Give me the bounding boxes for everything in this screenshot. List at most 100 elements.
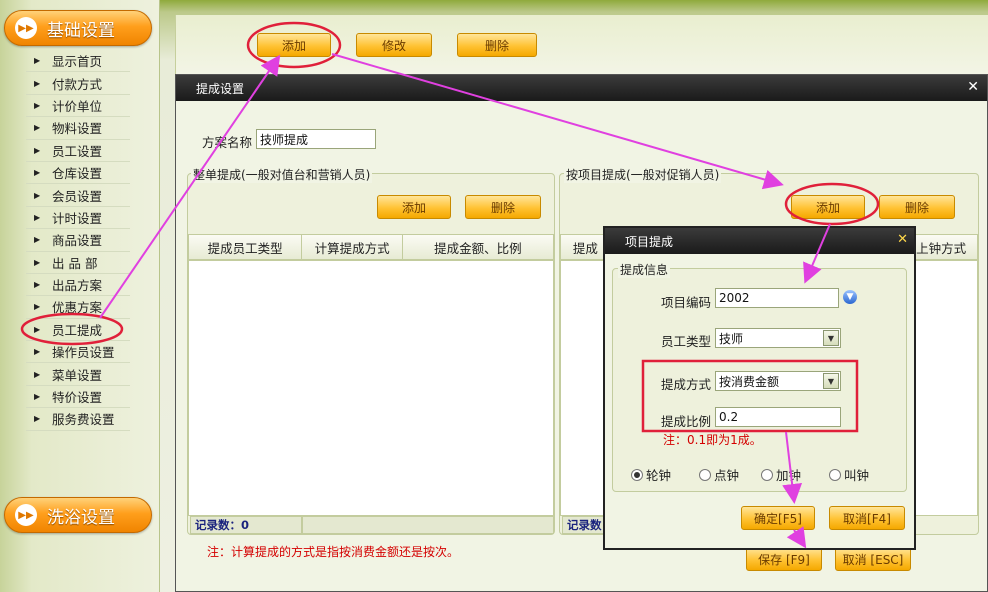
scheme-name-label: 方案名称 bbox=[202, 135, 253, 150]
bullet-arrow-icon: ▶ bbox=[34, 168, 41, 178]
radio-icon bbox=[761, 468, 773, 481]
sidebar-item[interactable]: ▶ 仓库设置 bbox=[26, 162, 130, 185]
edit-button[interactable]: 修改 bbox=[356, 33, 432, 57]
sidebar-item[interactable]: ▶ 优惠方案 bbox=[26, 296, 130, 319]
sidebar-item-label: 仓库设置 bbox=[52, 166, 103, 182]
expand-arrow-icon: ▶▶ bbox=[15, 504, 37, 526]
close-icon[interactable]: ✕ bbox=[967, 79, 979, 95]
commission-info-legend: 提成信息 bbox=[618, 261, 671, 278]
bullet-arrow-icon: ▶ bbox=[34, 302, 41, 312]
sidebar-item[interactable]: ▶ 出 品 部 bbox=[26, 252, 130, 274]
bullet-arrow-icon: ▶ bbox=[34, 369, 41, 379]
bullet-arrow-icon: ▶ bbox=[34, 212, 41, 222]
sidebar-item[interactable]: ▶ 计时设置 bbox=[26, 207, 130, 230]
bullet-arrow-icon: ▶ bbox=[34, 123, 41, 133]
radio-extra[interactable]: 加钟 bbox=[761, 465, 801, 484]
right-delete-button[interactable]: 删除 bbox=[879, 195, 955, 219]
sidebar-item-label: 员工提成 bbox=[52, 322, 103, 338]
item-commission-legend: 按项目提成(一般对促销人员) bbox=[564, 166, 722, 183]
commission-method-label: 提成方式 bbox=[661, 377, 712, 392]
bullet-arrow-icon: ▶ bbox=[34, 392, 41, 402]
cancel-button[interactable]: 取消 [ESC] bbox=[835, 547, 911, 571]
sidebar-item-label: 出 品 部 bbox=[52, 255, 98, 271]
radio-label: 点钟 bbox=[714, 468, 740, 483]
sub-cancel-button[interactable]: 取消[F4] bbox=[829, 506, 905, 530]
radio-rotation[interactable]: 轮钟 bbox=[631, 465, 671, 484]
staff-type-label: 员工类型 bbox=[661, 334, 712, 349]
item-code-label: 项目编码 bbox=[661, 295, 712, 310]
bullet-arrow-icon: ▶ bbox=[34, 56, 41, 66]
sidebar-nav: ▶ 显示首页 ▶ 付款方式 ▶ 计价单位 ▶ 物料设置 ▶ 员工设置 ▶ 仓库设置 ▶ 会员设置 ▶ 计时设置… bbox=[26, 50, 130, 431]
chevron-down-icon: ▼ bbox=[823, 330, 839, 346]
subdialog-title: 项目提成 bbox=[625, 234, 674, 249]
column-header[interactable]: 计算提成方式 bbox=[302, 235, 403, 259]
close-icon[interactable]: ✕ bbox=[897, 232, 908, 247]
sidebar-item-label: 服务费设置 bbox=[52, 412, 115, 428]
subdialog-titlebar: 项目提成 ✕ bbox=[605, 228, 914, 254]
commission-ratio-input[interactable]: 0.2 bbox=[715, 407, 841, 427]
lookup-down-icon[interactable]: ▼ bbox=[843, 290, 857, 304]
sidebar-item[interactable]: ▶ 计价单位 bbox=[26, 95, 130, 118]
radio-selected-icon bbox=[631, 468, 643, 481]
sidebar-item-label: 优惠方案 bbox=[52, 300, 103, 316]
dialog-title: 提成设置 bbox=[196, 81, 245, 96]
sidebar-item[interactable]: ▶ 物料设置 bbox=[26, 117, 130, 140]
commission-method-select[interactable]: 按消费金额 ▼ bbox=[715, 371, 841, 391]
sidebar-item[interactable]: ▶ 服务费设置 bbox=[26, 408, 130, 431]
sidebar-item[interactable]: ▶ 特价设置 bbox=[26, 386, 130, 409]
left-status-spacer bbox=[302, 516, 554, 534]
sidebar-item-label: 物料设置 bbox=[52, 121, 103, 137]
sidebar-item[interactable]: ▶ 菜单设置 bbox=[26, 363, 130, 386]
column-header[interactable]: 提成员工类型 bbox=[189, 235, 303, 259]
sidebar-item[interactable]: ▶ 会员设置 bbox=[26, 184, 130, 207]
whole-order-commission-legend: 整单提成(一般对值台和营销人员) bbox=[191, 166, 373, 183]
section-basic-settings-button[interactable]: ▶▶ 基础设置 bbox=[4, 10, 152, 46]
bullet-arrow-icon: ▶ bbox=[34, 100, 41, 110]
sidebar-item[interactable]: ▶ 员工提成 bbox=[26, 319, 130, 342]
left-add-button[interactable]: 添加 bbox=[377, 195, 451, 219]
section-bath-settings-button[interactable]: ▶▶ 洗浴设置 bbox=[4, 497, 152, 533]
sidebar-item-label: 会员设置 bbox=[52, 188, 103, 204]
left-delete-button[interactable]: 删除 bbox=[465, 195, 541, 219]
delete-button[interactable]: 删除 bbox=[457, 33, 537, 57]
ok-button[interactable]: 确定[F5] bbox=[741, 506, 815, 530]
radio-label: 加钟 bbox=[776, 468, 802, 483]
radio-label: 轮钟 bbox=[646, 468, 672, 483]
sidebar-item[interactable]: ▶ 付款方式 bbox=[26, 72, 130, 95]
save-button[interactable]: 保存 [F9] bbox=[746, 547, 822, 571]
radio-designated[interactable]: 点钟 bbox=[699, 465, 739, 484]
column-header[interactable]: 上钟方式 bbox=[905, 235, 977, 259]
bullet-arrow-icon: ▶ bbox=[34, 347, 41, 357]
scheme-name-input[interactable]: 技师提成 bbox=[256, 129, 376, 149]
sidebar-item[interactable]: ▶ 商品设置 bbox=[26, 229, 130, 252]
right-add-button[interactable]: 添加 bbox=[791, 195, 865, 219]
sidebar-item-label: 计时设置 bbox=[52, 210, 103, 226]
left-grid-body[interactable] bbox=[188, 260, 554, 516]
bullet-arrow-icon: ▶ bbox=[34, 280, 41, 290]
ratio-note: 注：0.1即为1成。 bbox=[663, 433, 762, 447]
left-record-count: 记录数：0 bbox=[190, 516, 302, 534]
add-button[interactable]: 添加 bbox=[257, 33, 331, 57]
sidebar-item-label: 出品方案 bbox=[52, 278, 103, 294]
bullet-arrow-icon: ▶ bbox=[34, 257, 41, 267]
chevron-down-icon: ▼ bbox=[823, 373, 839, 389]
sidebar-item-label: 操作员设置 bbox=[52, 345, 115, 361]
commission-method-value: 按消费金额 bbox=[719, 374, 780, 389]
sidebar-item[interactable]: ▶ 显示首页 bbox=[26, 50, 130, 73]
dialog-titlebar: 提成设置 ✕ bbox=[176, 75, 987, 101]
bullet-arrow-icon: ▶ bbox=[34, 324, 41, 334]
commission-method-note: 注：计算提成的方式是指按消费金额还是按次。 bbox=[207, 545, 460, 559]
staff-type-select[interactable]: 技师 ▼ bbox=[715, 328, 841, 348]
sidebar-item[interactable]: ▶ 员工设置 bbox=[26, 140, 130, 162]
sidebar-item[interactable]: ▶ 操作员设置 bbox=[26, 341, 130, 364]
section-bath-settings-label: 洗浴设置 bbox=[47, 507, 115, 528]
radio-call[interactable]: 叫钟 bbox=[829, 465, 869, 484]
bullet-arrow-icon: ▶ bbox=[34, 145, 41, 155]
radio-icon bbox=[699, 468, 711, 481]
column-header[interactable]: 提成金额、比例 bbox=[403, 235, 553, 259]
sidebar-item-label: 特价设置 bbox=[52, 390, 103, 406]
sidebar-item[interactable]: ▶ 出品方案 bbox=[26, 274, 130, 297]
item-commission-dialog: 项目提成 ✕ 提成信息 项目编码 2002 ▼ 员工类型 技师 ▼ 提成方式 按… bbox=[603, 226, 916, 550]
sidebar: ▶▶ 基础设置 ▶ 显示首页 ▶ 付款方式 ▶ 计价单位 ▶ 物料设置 ▶ 员工设置 ▶ 仓库设置 ▶ 会… bbox=[0, 0, 160, 592]
item-code-input[interactable]: 2002 bbox=[715, 288, 839, 308]
